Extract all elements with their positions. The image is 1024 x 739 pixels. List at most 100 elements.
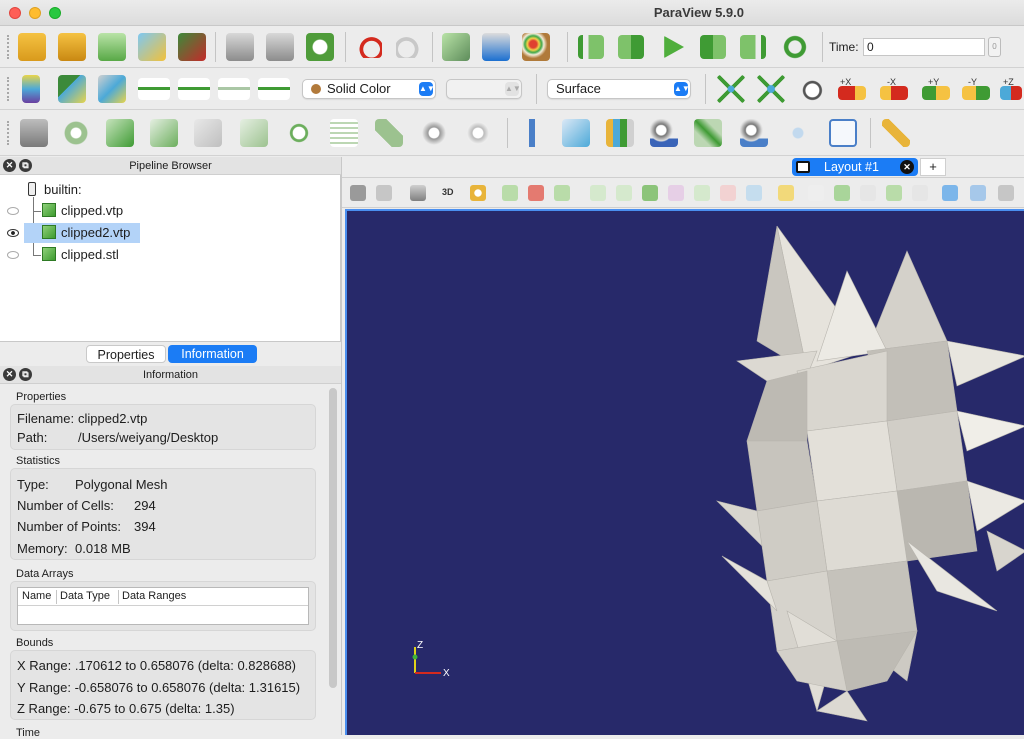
column-header-name[interactable]: Name: [22, 590, 51, 602]
pipeline-item[interactable]: clipped2.vtp: [24, 223, 140, 243]
time-spinner[interactable]: 0: [988, 37, 1001, 57]
glyph-icon[interactable]: [285, 119, 313, 147]
slice-icon[interactable]: [150, 119, 178, 147]
capture-screenshot-icon[interactable]: [410, 185, 426, 201]
reset-range-icon[interactable]: [98, 75, 126, 103]
open-file-icon[interactable]: [18, 33, 46, 61]
select-polygon-icon[interactable]: [694, 185, 710, 201]
rescale-custom-icon[interactable]: [138, 78, 170, 100]
stream-tracer-icon[interactable]: [330, 119, 358, 147]
interactive-select-icon[interactable]: [746, 185, 762, 201]
select-frustum-points-icon[interactable]: [668, 185, 684, 201]
reset-camera-icon[interactable]: [717, 75, 745, 103]
close-panel-icon[interactable]: ✕: [3, 159, 16, 172]
plot-over-time-icon[interactable]: [650, 119, 678, 147]
loop-icon[interactable]: [782, 35, 808, 59]
column-header-data-ranges[interactable]: Data Ranges: [122, 590, 186, 602]
color-palette-icon[interactable]: [522, 33, 550, 61]
pipeline-root[interactable]: builtin:: [28, 180, 82, 200]
plot-over-line-icon[interactable]: [694, 119, 722, 147]
show-center-icon[interactable]: [502, 185, 518, 201]
split-vertical-icon[interactable]: [970, 185, 986, 201]
split-horizontal-icon[interactable]: [942, 185, 958, 201]
tab-layout-1[interactable]: Layout #1 ✕: [792, 158, 918, 176]
reset-session-icon[interactable]: [306, 33, 334, 61]
zoom-to-data-icon[interactable]: [757, 75, 785, 103]
view-minus-x-icon[interactable]: [880, 86, 908, 100]
ruler-icon[interactable]: [882, 119, 910, 147]
python-braces-icon[interactable]: [829, 119, 857, 147]
warp-vector-icon[interactable]: [375, 119, 403, 147]
next-frame-icon[interactable]: [700, 35, 726, 59]
close-icon[interactable]: ✕: [900, 160, 914, 174]
render-view[interactable]: Z X: [345, 209, 1024, 735]
contour-icon[interactable]: [62, 119, 90, 147]
visibility-eye-icon[interactable]: [7, 229, 19, 237]
extract-subset-icon[interactable]: [240, 119, 268, 147]
data-arrays-table[interactable]: Name Data Type Data Ranges: [17, 587, 309, 625]
camera-undo-icon[interactable]: [350, 185, 366, 201]
edit-colormap-icon[interactable]: [58, 75, 86, 103]
undo-icon[interactable]: [356, 36, 382, 58]
visibility-eye-icon[interactable]: [7, 207, 19, 215]
pipeline-item[interactable]: clipped.vtp: [42, 201, 292, 221]
view-plus-z-icon[interactable]: [1000, 86, 1022, 100]
color-legend-icon[interactable]: [22, 75, 40, 103]
histogram-icon[interactable]: [606, 119, 634, 147]
view-minus-y-icon[interactable]: [962, 86, 990, 100]
close-panel-icon[interactable]: ✕: [3, 368, 16, 381]
extract-level-icon[interactable]: [464, 119, 492, 147]
view-plus-y-icon[interactable]: [922, 86, 950, 100]
calculator-icon[interactable]: [20, 119, 48, 147]
plot-selection-over-time-icon[interactable]: [740, 119, 768, 147]
reset-center-icon[interactable]: [528, 185, 544, 201]
macro-icon[interactable]: [178, 33, 206, 61]
select-cells-icon[interactable]: [590, 185, 606, 201]
last-frame-icon[interactable]: [740, 35, 766, 59]
play-icon[interactable]: [664, 36, 684, 58]
color-by-select[interactable]: Solid Color ▲▼: [302, 79, 436, 99]
interaction-mode-icon[interactable]: [470, 185, 486, 201]
load-state-icon[interactable]: [98, 33, 126, 61]
tab-properties[interactable]: Properties: [86, 345, 166, 363]
toggle-3d-label[interactable]: 3D: [442, 187, 454, 197]
pick-center-icon[interactable]: [554, 185, 570, 201]
select-points-icon[interactable]: [616, 185, 632, 201]
representation-select[interactable]: Surface ▲▼: [547, 79, 691, 99]
shrink-selection-icon[interactable]: [834, 185, 850, 201]
information-scrollbar[interactable]: [329, 388, 337, 688]
grow-selection-icon[interactable]: [808, 185, 824, 201]
query-icon[interactable]: [912, 185, 928, 201]
pipeline-item[interactable]: clipped.stl: [42, 245, 292, 265]
time-input[interactable]: 0: [863, 38, 985, 56]
clip-icon[interactable]: [106, 119, 134, 147]
spreadsheet-icon[interactable]: [482, 33, 510, 61]
probe-line-icon[interactable]: [562, 119, 590, 147]
redo-camera-icon[interactable]: [266, 33, 294, 61]
select-blocks-icon[interactable]: [720, 185, 736, 201]
toolbar-grip[interactable]: [7, 77, 10, 101]
connect-icon[interactable]: [138, 33, 166, 61]
toolbar-grip[interactable]: [7, 121, 10, 145]
float-panel-icon[interactable]: ⧉: [19, 368, 32, 381]
group-datasets-icon[interactable]: [420, 119, 448, 147]
plot-data-icon[interactable]: [518, 119, 546, 147]
undo-camera-icon[interactable]: [226, 33, 254, 61]
zoom-to-box-icon[interactable]: [797, 75, 825, 103]
add-layout-button[interactable]: +: [920, 158, 946, 176]
tab-information[interactable]: Information: [168, 345, 257, 363]
column-header-data-type[interactable]: Data Type: [60, 590, 110, 602]
hover-points-icon[interactable]: [778, 185, 794, 201]
previous-frame-icon[interactable]: [618, 35, 644, 59]
view-plus-x-icon[interactable]: [838, 86, 866, 100]
plot-selection-icon[interactable]: [886, 185, 902, 201]
recent-files-icon[interactable]: [58, 33, 86, 61]
extract-selection-icon[interactable]: [860, 185, 876, 201]
pipeline-browser[interactable]: builtin: clipped.vtp clipped2.vtp clippe…: [0, 175, 341, 342]
select-frustum-cells-icon[interactable]: [642, 185, 658, 201]
rescale-visible-icon[interactable]: [258, 78, 290, 100]
rescale-data-icon[interactable]: [178, 78, 210, 100]
trash-icon[interactable]: [998, 185, 1014, 201]
visibility-eye-icon[interactable]: [7, 251, 19, 259]
float-panel-icon[interactable]: ⧉: [19, 159, 32, 172]
